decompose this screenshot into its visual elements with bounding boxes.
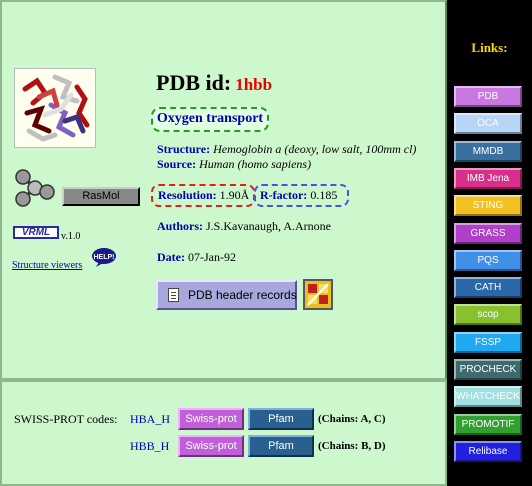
link-button-oca[interactable]: OCA — [454, 113, 522, 134]
pdb-header-records-button[interactable]: PDB header records — [156, 280, 297, 310]
pdb-id-value: 1hbb — [235, 75, 273, 94]
link-button-imb-jena[interactable]: IMB Jena — [454, 168, 522, 189]
link-button-sting[interactable]: STING — [454, 195, 522, 216]
chains-label: (Chains: B, D) — [318, 440, 386, 452]
help-label: HELP! — [94, 254, 115, 261]
structure-value: Hemoglobin a (deoxy, low salt, 100mm cl) — [213, 142, 417, 156]
rfactor-label: R-factor: — [260, 188, 308, 202]
pdb-id-heading: PDB id: 1hbb — [156, 70, 272, 96]
date-value: 07-Jan-92 — [187, 250, 236, 264]
vrml-logo[interactable]: VRML — [13, 226, 59, 239]
scop-classification-icon[interactable] — [303, 279, 333, 310]
rasmol-molecule-icon[interactable] — [14, 168, 56, 208]
pfam-button[interactable]: Pfam — [248, 435, 314, 457]
link-button-pqs[interactable]: PQS — [454, 250, 522, 271]
structure-line: Structure: Hemoglobin a (deoxy, low salt… — [157, 142, 416, 157]
authors-line: Authors: J.S.Kavanaugh, A.Arnone — [157, 219, 331, 234]
link-button-promotif[interactable]: PROMOTIF — [454, 414, 522, 435]
document-icon — [168, 288, 179, 302]
resolution-label: Resolution: — [158, 188, 217, 202]
swissprot-button[interactable]: Swiss-prot — [178, 408, 244, 430]
link-button-pdb[interactable]: PDB — [454, 86, 522, 107]
link-button-procheck[interactable]: PROCHECK — [454, 359, 522, 380]
swissprot-code-link[interactable]: HBA_H — [130, 412, 170, 427]
pdb-id-label: PDB id: — [156, 70, 232, 95]
structure-thumbnail[interactable] — [14, 68, 96, 148]
pfam-button[interactable]: Pfam — [248, 408, 314, 430]
rfactor-value: 0.185 — [310, 188, 338, 202]
source-label: Source: — [157, 157, 197, 171]
swissprot-codes-label: SWISS-PROT codes: — [14, 412, 118, 426]
pdb-header-records-label: PDB header records — [188, 288, 297, 302]
structure-viewers-link[interactable]: Structure viewers — [12, 260, 82, 271]
help-icon[interactable]: HELP! — [91, 247, 117, 267]
resolution-value: 1.90Å — [219, 188, 250, 202]
structure-label: Structure: — [157, 142, 211, 156]
link-button-fssp[interactable]: FSSP — [454, 332, 522, 353]
swissprot-panel — [0, 380, 447, 486]
resolution-box: Resolution: 1.90Å — [151, 184, 255, 207]
date-label: Date: — [157, 250, 185, 264]
authors-label: Authors: — [157, 219, 204, 233]
link-button-mmdb[interactable]: MMDB — [454, 141, 522, 162]
date-line: Date: 07-Jan-92 — [157, 250, 236, 265]
source-value: Human (homo sapiens) — [199, 157, 312, 171]
authors-value: J.S.Kavanaugh, A.Arnone — [206, 219, 331, 233]
source-line: Source: Human (homo sapiens) — [157, 157, 311, 172]
link-button-grass[interactable]: GRASS — [454, 223, 522, 244]
link-button-whatcheck[interactable]: WHATCHECK — [454, 386, 522, 407]
link-button-relibase[interactable]: Relibase — [454, 441, 522, 462]
link-button-cath[interactable]: CATH — [454, 277, 522, 298]
swissprot-code-link[interactable]: HBB_H — [130, 439, 169, 454]
links-title: Links: — [471, 40, 508, 55]
link-button-scop[interactable]: scop — [454, 304, 522, 325]
classification-badge: Oxygen transport — [151, 107, 269, 132]
vrml-version: v.1.0 — [61, 231, 81, 242]
chains-label: (Chains: A, C) — [318, 413, 386, 425]
rfactor-box: R-factor: 0.185 — [254, 184, 349, 207]
rasmol-button[interactable]: RasMol — [62, 187, 140, 206]
swissprot-button[interactable]: Swiss-prot — [178, 435, 244, 457]
